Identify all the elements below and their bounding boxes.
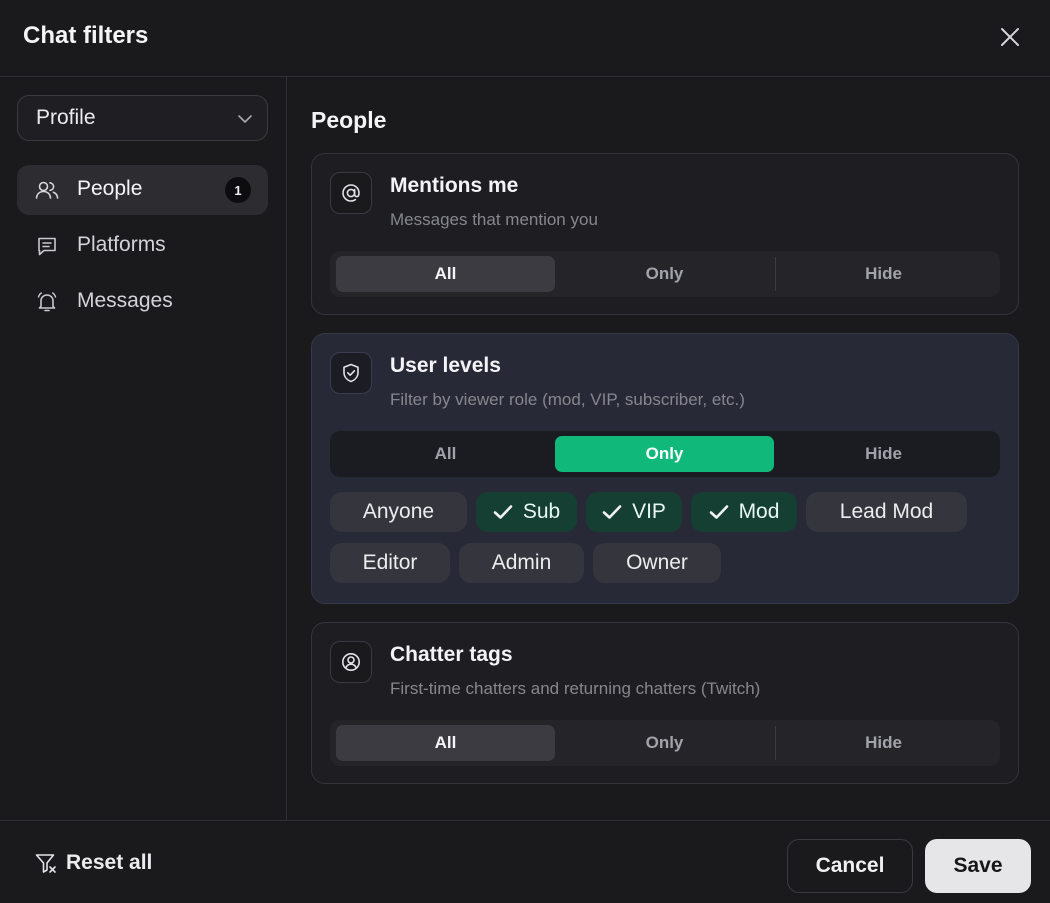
card-title: Mentions me: [390, 174, 519, 197]
card-description: Messages that mention you: [390, 210, 598, 229]
chip-label: VIP: [632, 500, 666, 523]
segment-hide[interactable]: Hide: [774, 256, 993, 292]
chip-label: Mod: [738, 500, 780, 523]
chip-admin[interactable]: Admin: [459, 543, 584, 583]
segment-only[interactable]: Only: [555, 256, 774, 292]
chip-label: Sub: [522, 500, 561, 523]
card-title: User levels: [390, 354, 501, 377]
filter-x-icon: [35, 854, 56, 873]
visibility-segmented-control: All Only Hide: [330, 251, 1000, 297]
chip-lead-mod[interactable]: Lead Mod: [806, 492, 967, 532]
dialog-footer: Reset all Cancel Save: [0, 820, 1050, 903]
chip-mod[interactable]: Mod: [691, 492, 797, 532]
mentions-me-card: Mentions me Messages that mention you Al…: [311, 153, 1019, 315]
card-description: Filter by viewer role (mod, VIP, subscri…: [390, 390, 745, 409]
count-badge: 1: [225, 177, 251, 203]
sidebar-item-label: Messages: [77, 289, 173, 312]
chip-owner[interactable]: Owner: [593, 543, 721, 583]
chip-vip[interactable]: VIP: [586, 492, 682, 532]
chevron-down-icon: [238, 115, 252, 123]
sidebar-item-label: Platforms: [77, 233, 166, 256]
sidebar-item-people[interactable]: People 1: [17, 165, 268, 215]
check-icon: [493, 504, 513, 520]
chip-label: Lead Mod: [839, 500, 934, 523]
dialog-title: Chat filters: [23, 22, 149, 49]
card-description: First-time chatters and returning chatte…: [390, 679, 761, 698]
chat-filters-dialog: Chat filters Profile People 1 Platforms: [0, 0, 1050, 903]
people-icon: [35, 179, 59, 201]
visibility-segmented-control: All Only Hide: [330, 431, 1000, 477]
check-icon: [709, 504, 729, 520]
shield-check-icon: [330, 352, 372, 394]
user-circle-icon: [330, 641, 372, 683]
main-panel: People Mentions me Messages that mention…: [288, 77, 1050, 820]
chip-label: Admin: [491, 551, 552, 574]
sidebar-item-platforms[interactable]: Platforms: [17, 221, 268, 271]
profile-select-value: Profile: [36, 106, 96, 129]
chip-editor[interactable]: Editor: [330, 543, 450, 583]
segment-all[interactable]: All: [336, 436, 555, 472]
segment-only[interactable]: Only: [555, 725, 774, 761]
sidebar-item-label: People: [77, 177, 143, 200]
chip-sub[interactable]: Sub: [476, 492, 577, 532]
card-title: Chatter tags: [390, 643, 513, 666]
close-button[interactable]: [994, 21, 1026, 53]
segment-only[interactable]: Only: [555, 436, 774, 472]
save-button[interactable]: Save: [925, 839, 1031, 893]
close-icon: [1001, 28, 1019, 46]
message-square-icon: [35, 235, 59, 257]
chip-label: Anyone: [362, 500, 435, 523]
chatter-tags-card: Chatter tags First-time chatters and ret…: [311, 622, 1019, 784]
at-sign-icon: [330, 172, 372, 214]
bell-icon: [35, 291, 59, 313]
sidebar: Profile People 1 Platforms Messages: [0, 77, 287, 820]
segment-hide[interactable]: Hide: [774, 436, 993, 472]
sidebar-item-messages[interactable]: Messages: [17, 277, 268, 327]
chip-label: Owner: [626, 551, 688, 574]
cancel-button[interactable]: Cancel: [787, 839, 913, 893]
dialog-header: Chat filters: [0, 0, 1050, 77]
segment-all[interactable]: All: [336, 256, 555, 292]
reset-all-button[interactable]: Reset all: [34, 851, 152, 875]
chip-anyone[interactable]: Anyone: [330, 492, 467, 532]
profile-select[interactable]: Profile: [17, 95, 268, 141]
check-icon: [602, 504, 622, 520]
section-title: People: [311, 107, 387, 133]
user-levels-card: User levels Filter by viewer role (mod, …: [311, 333, 1019, 604]
visibility-segmented-control: All Only Hide: [330, 720, 1000, 766]
segment-hide[interactable]: Hide: [774, 725, 993, 761]
reset-all-label: Reset all: [66, 851, 153, 874]
segment-all[interactable]: All: [336, 725, 555, 761]
chip-label: Editor: [362, 551, 418, 574]
